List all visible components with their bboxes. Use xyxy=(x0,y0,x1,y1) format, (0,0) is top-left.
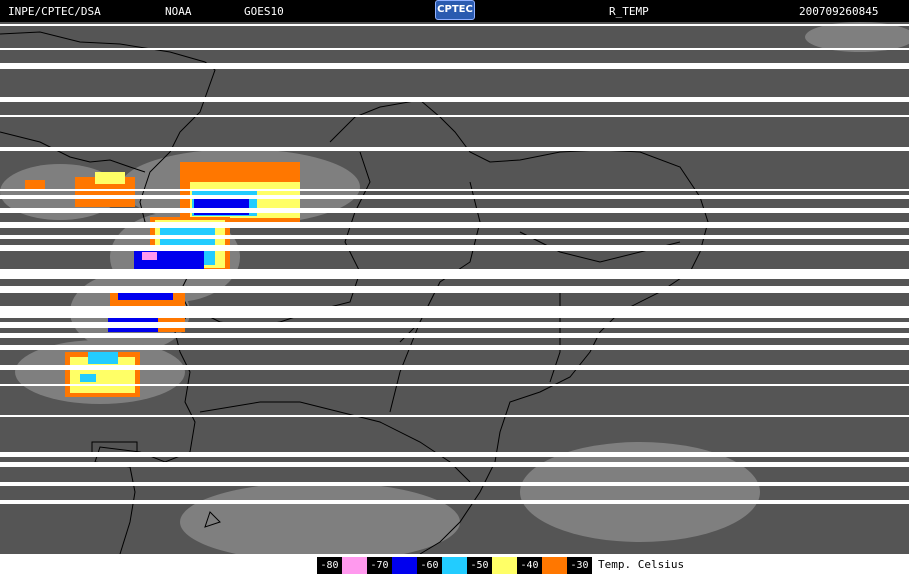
scanline xyxy=(0,500,909,504)
product-label: R_TEMP xyxy=(609,5,649,18)
legend-label: -40 xyxy=(517,557,542,574)
scanline xyxy=(0,235,909,239)
scanline xyxy=(0,415,909,417)
logo-text: CPTEC xyxy=(437,4,473,15)
timestamp-label: 200709260845 xyxy=(799,5,879,18)
scanline xyxy=(0,384,909,386)
agency-label: NOAA xyxy=(165,5,192,18)
legend-label: -70 xyxy=(367,557,392,574)
legend-title: Temp. Celsius xyxy=(598,558,685,571)
header-bar: INPE/CPTEC/DSA NOAA GOES10 CPTEC R_TEMP … xyxy=(0,0,909,22)
legend-swatch xyxy=(542,557,567,574)
scanline xyxy=(0,482,909,486)
scanline xyxy=(0,462,909,467)
legend-swatch xyxy=(392,557,417,574)
scanline xyxy=(0,333,909,338)
legend-swatch xyxy=(342,557,367,574)
legend-swatch xyxy=(492,557,517,574)
legend-label: -80 xyxy=(317,557,342,574)
legend-label: -50 xyxy=(467,557,492,574)
scanline xyxy=(0,269,909,279)
scanline xyxy=(0,222,909,228)
scanline xyxy=(0,195,909,199)
scanline xyxy=(0,147,909,151)
institution-label: INPE/CPTEC/DSA xyxy=(8,5,101,18)
scanline xyxy=(0,286,909,293)
scanline xyxy=(0,208,909,213)
scanline xyxy=(0,24,909,26)
scanline xyxy=(0,115,909,117)
temperature-legend: -80 -70 -60 -50 -40 -30 Temp. Celsius xyxy=(0,554,909,576)
cptec-logo: CPTEC xyxy=(435,0,475,20)
satellite-map xyxy=(0,22,909,554)
legend-label: -60 xyxy=(417,557,442,574)
scanline xyxy=(0,306,909,318)
scanline xyxy=(0,97,909,102)
scanline xyxy=(0,48,909,50)
storm-cell xyxy=(65,352,140,397)
scanline xyxy=(0,245,909,251)
scanline xyxy=(0,63,909,69)
scanline xyxy=(0,365,909,370)
scanline xyxy=(0,345,909,350)
legend-swatch xyxy=(442,557,467,574)
satellite-label: GOES10 xyxy=(244,5,284,18)
legend-label: -30 xyxy=(567,557,592,574)
scanline xyxy=(0,322,909,328)
scanline xyxy=(0,452,909,457)
scanline xyxy=(0,189,909,191)
